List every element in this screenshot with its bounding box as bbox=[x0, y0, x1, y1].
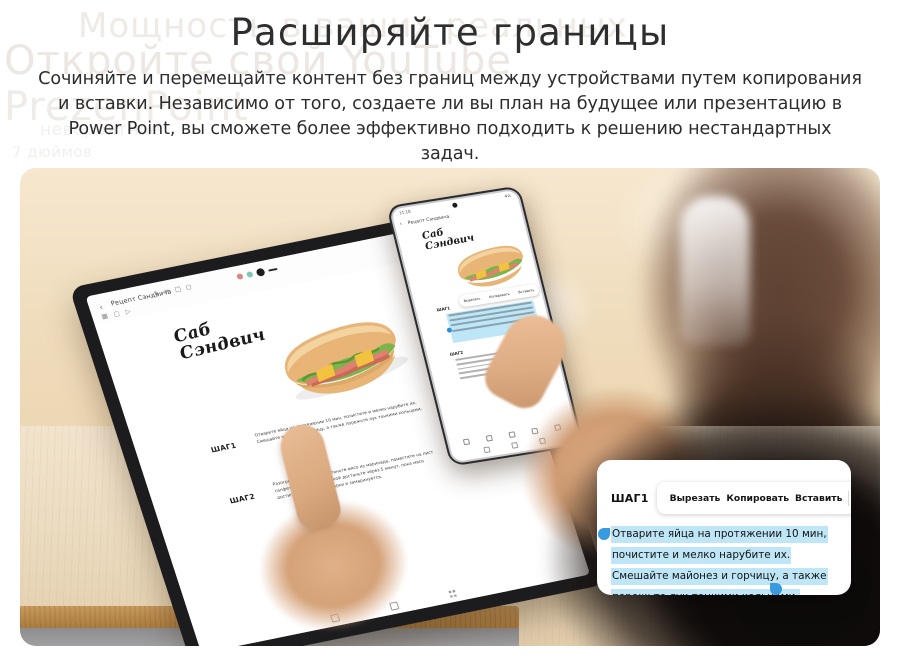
paste-button[interactable]: Вставить bbox=[518, 288, 535, 294]
phone-step2-label: ШАГ2 bbox=[449, 349, 464, 357]
phone-status-time: 11:10 bbox=[398, 208, 412, 216]
phone-app-title: Рецепт Сэндвича bbox=[407, 214, 451, 227]
callout-step-label: ШАГ1 bbox=[611, 491, 649, 505]
selection-handle-end[interactable] bbox=[770, 583, 782, 595]
text-icon[interactable]: ▷ bbox=[124, 307, 131, 316]
tablet-color-palette[interactable] bbox=[236, 265, 279, 281]
page-subtitle: Сочиняйте и перемещайте контент без гран… bbox=[38, 69, 862, 165]
selected-text-line: почистите и мелко нарубите их. bbox=[611, 546, 792, 564]
image-icon[interactable]: ▢ bbox=[112, 309, 121, 318]
copy-button[interactable]: Копировать bbox=[489, 292, 510, 299]
selected-text-line: Смешайте майонез и горчицу, а также bbox=[611, 567, 828, 585]
stroke-width-indicator[interactable] bbox=[268, 268, 278, 272]
toolbar-divider bbox=[848, 490, 850, 506]
recents-icon[interactable] bbox=[447, 589, 457, 598]
selection-handle-start[interactable] bbox=[598, 528, 610, 540]
grid-icon[interactable]: ▦ bbox=[100, 312, 109, 321]
tablet-step1-label: ШАГ1 bbox=[209, 440, 238, 455]
header-section: Расширяйте границы Сочиняйте и перемещай… bbox=[0, 0, 900, 167]
color-swatch-red[interactable] bbox=[236, 273, 244, 280]
lasso-icon[interactable]: ○ bbox=[184, 283, 192, 292]
pen-icon[interactable]: ✎ bbox=[153, 289, 161, 298]
highlighter-icon[interactable]: ✏ bbox=[163, 287, 171, 296]
callout-card[interactable]: ШАГ1 Вырезать Копировать Вставить Отвари… bbox=[597, 460, 851, 595]
context-menu-toolbar[interactable]: Вырезать Копировать Вставить bbox=[656, 482, 851, 514]
page-root: Мощность в ваших реальных Откройте свой … bbox=[0, 0, 900, 665]
phone-status-network: 4G bbox=[503, 192, 512, 199]
selected-text-line: Отварите яйца на протяжении 10 мин, bbox=[611, 526, 828, 543]
paste-button[interactable]: Вставить bbox=[792, 493, 845, 504]
page-title: Расширяйте границы bbox=[230, 11, 670, 54]
tablet-step2-label: ШАГ2 bbox=[228, 491, 257, 506]
tablet-back-icon[interactable]: ‹ bbox=[98, 303, 104, 312]
phone-step1-label: ШАГ1 bbox=[436, 305, 451, 313]
front-camera-icon bbox=[451, 202, 458, 209]
eraser-icon[interactable]: □ bbox=[173, 285, 182, 294]
color-swatch-black[interactable] bbox=[255, 267, 266, 277]
tablet-header-icons[interactable]: ✎ ✏ □ ○ bbox=[153, 283, 193, 298]
callout-selected-text[interactable]: Отварите яйца на протяжении 10 мин, почи… bbox=[611, 522, 837, 595]
phone-back-icon[interactable]: ‹ bbox=[399, 221, 403, 227]
cut-button[interactable]: Вырезать bbox=[667, 493, 724, 504]
copy-button[interactable]: Копировать bbox=[723, 493, 792, 504]
color-swatch-teal[interactable] bbox=[245, 271, 254, 278]
cut-button[interactable]: Вырезать bbox=[463, 297, 480, 303]
blurred-glass-object bbox=[680, 196, 750, 346]
callout-header: ШАГ1 Вырезать Копировать Вставить bbox=[611, 482, 851, 514]
